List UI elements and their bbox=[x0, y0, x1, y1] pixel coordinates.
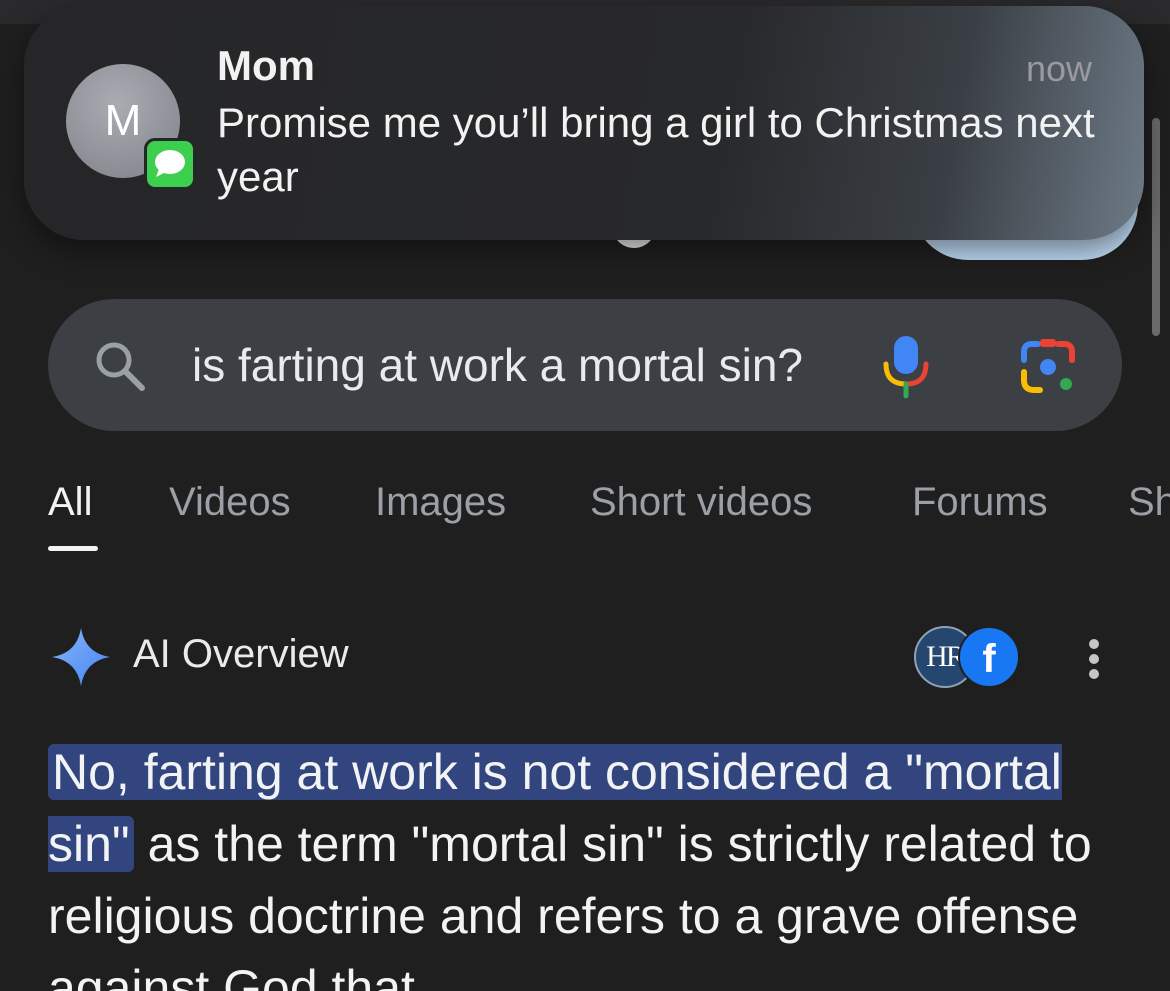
more-options-icon[interactable] bbox=[1072, 636, 1116, 682]
search-tabs: All Videos Images Short videos Forums Sh bbox=[48, 480, 1170, 560]
notification-sender: Mom bbox=[217, 42, 315, 89]
ai-overview-title: AI Overview bbox=[133, 632, 349, 676]
screen: M Mom now Promise me you’ll bring a girl… bbox=[0, 0, 1170, 991]
tab-forums[interactable]: Forums bbox=[912, 480, 1048, 525]
active-tab-indicator bbox=[48, 546, 98, 551]
search-icon[interactable] bbox=[90, 336, 150, 396]
scrollbar[interactable] bbox=[1152, 118, 1160, 336]
tab-shopping[interactable]: Sh bbox=[1128, 480, 1170, 525]
tab-all[interactable]: All bbox=[48, 480, 92, 525]
sparkle-icon bbox=[52, 628, 110, 686]
answer-continuation: as the term "mortal sin" is strictly rel… bbox=[48, 816, 1092, 991]
tab-images[interactable]: Images bbox=[375, 480, 506, 525]
ai-overview-answer: No, farting at work is not considered a … bbox=[48, 736, 1128, 991]
google-lens-icon[interactable] bbox=[1016, 334, 1080, 398]
microphone-icon[interactable] bbox=[878, 330, 934, 402]
message-notification[interactable]: M Mom now Promise me you’ll bring a girl… bbox=[24, 6, 1144, 240]
tab-short-videos[interactable]: Short videos bbox=[590, 480, 812, 525]
search-input[interactable] bbox=[192, 333, 842, 397]
notification-message: Promise me you’ll bring a girl to Christ… bbox=[217, 99, 1095, 200]
tab-videos[interactable]: Videos bbox=[169, 480, 291, 525]
notification-time: now bbox=[1025, 48, 1092, 89]
facebook-icon[interactable]: f bbox=[958, 626, 1020, 688]
messages-icon bbox=[144, 138, 196, 190]
avatar-initial: M bbox=[104, 96, 142, 145]
